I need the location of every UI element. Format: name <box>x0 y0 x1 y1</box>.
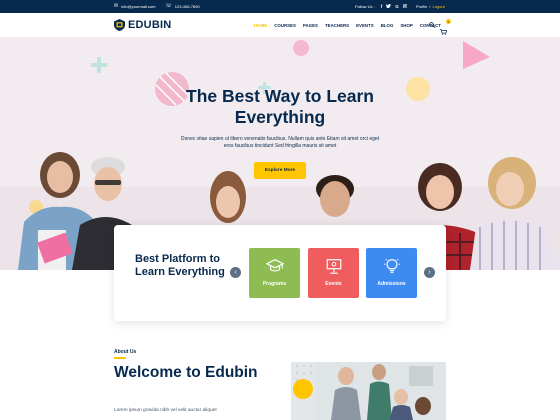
auth-links: Profile / Logout <box>416 0 445 13</box>
cart-button[interactable]: 0 <box>440 19 451 35</box>
twitter-icon[interactable] <box>386 4 392 9</box>
nav-events[interactable]: EVENTS <box>356 23 374 28</box>
envelope-icon: ✉ <box>114 3 119 9</box>
category-tile-admissions[interactable]: Admissions <box>366 248 417 298</box>
phone-icon: ☏ <box>165 3 172 9</box>
nav-courses[interactable]: COURSES <box>274 23 296 28</box>
category-title: Best Platform to Learn Everything <box>135 253 225 278</box>
about-classroom-image <box>291 362 446 420</box>
chevron-left-icon: ‹ <box>234 269 237 276</box>
carousel-prev-button[interactable]: ‹ <box>230 267 241 278</box>
social-links: Follow Us : f G <box>355 0 408 13</box>
google-plus-icon[interactable]: G <box>395 4 399 9</box>
nav-teachers[interactable]: TEACHERS <box>325 23 349 28</box>
email-text: info@yourmail.com <box>121 4 156 9</box>
hero-title: The Best Way to Learn Everything <box>186 86 374 127</box>
category-label-admissions: Admissions <box>377 281 406 287</box>
cart-count-badge: 0 <box>446 19 451 24</box>
about-title: Welcome to Edubin <box>114 364 258 381</box>
category-card: Best Platform to Learn Everything ‹ Prog… <box>114 225 446 321</box>
carousel-next-button[interactable]: › <box>424 267 435 278</box>
category-tile-programs[interactable]: Programs <box>249 248 300 298</box>
brand-name: EDUBIN <box>128 19 172 31</box>
main-header: EDUBIN HOME COURSES PAGES TEACHERS EVENT… <box>0 13 560 37</box>
chevron-right-icon: › <box>428 269 431 276</box>
cart-icon <box>440 29 448 35</box>
email-contact[interactable]: ✉ info@yourmail.com <box>114 3 156 10</box>
logout-link[interactable]: Logout <box>432 4 444 9</box>
presentation-board-icon <box>326 259 341 274</box>
nav-shop[interactable]: SHOP <box>400 23 412 28</box>
auth-separator: / <box>429 4 431 9</box>
follow-label: Follow Us : <box>355 4 375 9</box>
phone-contact[interactable]: ☏ 123-456-7890 <box>165 3 200 10</box>
main-nav: HOME COURSES PAGES TEACHERS EVENTS BLOG … <box>254 13 441 37</box>
search-icon[interactable] <box>429 22 435 28</box>
site-logo[interactable]: EDUBIN <box>114 18 171 32</box>
nav-home[interactable]: HOME <box>254 23 267 28</box>
category-label-events: Events <box>325 281 342 287</box>
instagram-icon[interactable] <box>402 3 408 10</box>
nav-blog[interactable]: BLOG <box>381 23 394 28</box>
lightbulb-icon <box>383 258 400 273</box>
category-tile-events[interactable]: Events <box>308 248 359 298</box>
explore-more-button[interactable]: Explore More <box>254 162 306 179</box>
category-label-programs: Programs <box>262 281 287 287</box>
logo-shield-icon <box>114 19 125 31</box>
header-actions: 0 <box>429 13 451 37</box>
top-bar: ✉ info@yourmail.com ☏ 123-456-7890 Follo… <box>0 0 560 13</box>
phone-text: 123-456-7890 <box>174 4 200 9</box>
hero-subtitle: Donec vitae sapien ut libero venenatis f… <box>180 136 380 149</box>
about-label: About Us <box>114 349 137 355</box>
profile-link[interactable]: Profile <box>416 4 427 9</box>
about-text: Lorem ipsum gravida nibh vel velit aucto… <box>114 408 217 413</box>
about-underline <box>114 357 126 359</box>
graduation-cap-icon <box>265 259 284 272</box>
nav-pages[interactable]: PAGES <box>303 23 318 28</box>
contact-info: ✉ info@yourmail.com ☏ 123-456-7890 <box>114 0 200 13</box>
facebook-icon[interactable]: f <box>381 4 383 9</box>
